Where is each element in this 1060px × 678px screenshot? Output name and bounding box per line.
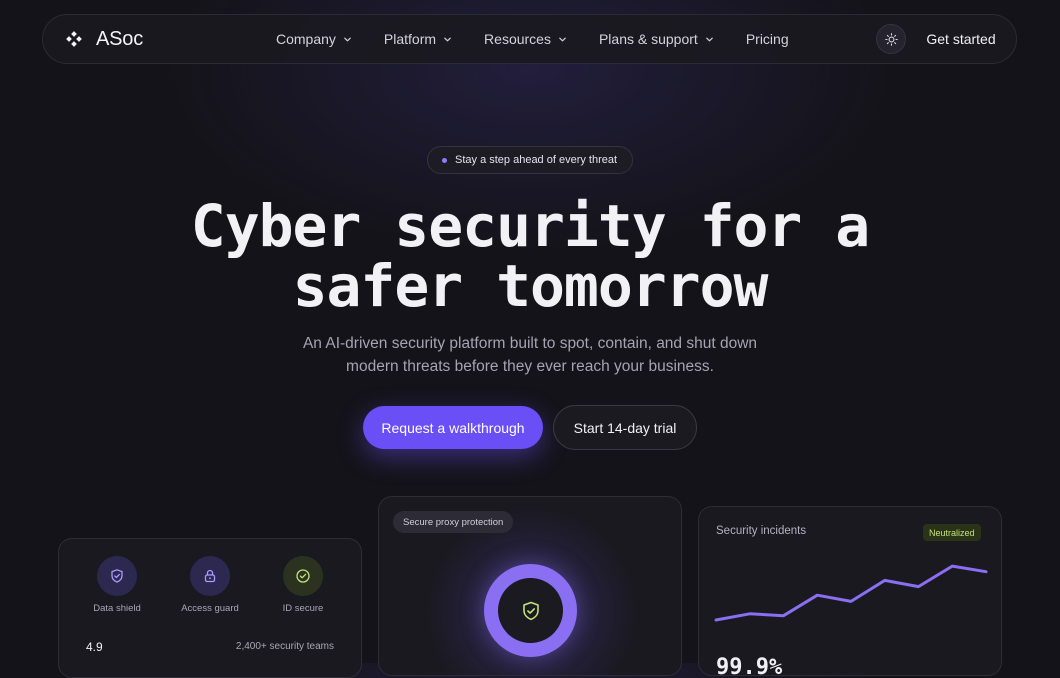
chevron-down-icon (344, 37, 351, 41)
nav-item-resources[interactable]: Resources (484, 31, 567, 47)
nav-item-plans-support[interactable]: Plans & support (599, 31, 714, 47)
rating-value: 4.9 (86, 640, 103, 654)
top-navigation-bar: ASoc Company Platform Resources Plans & … (42, 14, 1017, 64)
feature-data-shield: Data shield (72, 556, 162, 614)
shield-icon (111, 569, 123, 583)
feature-label: Access guard (181, 603, 239, 614)
feature-label: Data shield (93, 603, 141, 614)
nav-item-label: Plans & support (598, 31, 698, 47)
brand-name: ASoc (96, 27, 144, 50)
nav-item-company[interactable]: Company (276, 31, 352, 47)
hero-badge: Stay a step ahead of every threat (427, 146, 633, 174)
lock-icon (204, 569, 216, 583)
nav-item-label: Pricing (745, 31, 789, 47)
feature-id-secure: ID secure (258, 556, 348, 614)
hero-headline: Cyber security for a safer tomorrow (150, 196, 910, 316)
chevron-down-icon (444, 37, 451, 41)
request-walkthrough-button[interactable]: Request a walkthrough (363, 406, 543, 449)
theme-toggle-button[interactable] (876, 24, 906, 54)
hero-badge-text: Stay a step ahead of every threat (455, 154, 618, 166)
feature-access-guard: Access guard (165, 556, 255, 614)
incidents-trend-line (714, 564, 988, 622)
start-trial-button[interactable]: Start 14-day trial (553, 405, 697, 450)
nav-item-label: Resources (484, 31, 551, 47)
get-started-button[interactable]: Get started (914, 15, 1008, 63)
feature-icon-badge (97, 556, 137, 596)
nav-item-label: Company (276, 31, 336, 47)
main-menu: Company Platform Resources Plans & suppo… (276, 15, 789, 63)
brand-logo[interactable]: ASoc (66, 15, 144, 63)
protection-ring-core (498, 578, 563, 643)
badge-dot-icon (442, 157, 447, 163)
proxy-protection-card: Secure proxy protection (378, 496, 682, 676)
proxy-protection-label: Secure proxy protection (393, 511, 514, 533)
check-circle-icon (296, 569, 310, 583)
hero-headline-line-2: safer tomorrow (292, 252, 769, 320)
chevron-down-icon (559, 37, 566, 41)
security-incidents-card: Security incidents Neutralized 99.9% (698, 506, 1002, 676)
chevron-down-icon (705, 37, 713, 41)
nav-item-label: Platform (383, 31, 437, 47)
trend-line-path (714, 564, 988, 622)
nav-item-pricing[interactable]: Pricing (746, 31, 789, 47)
feature-label: ID secure (282, 603, 324, 614)
hero-headline-line-1: Cyber security for a (190, 192, 870, 260)
hero-subtext: An AI-driven security platform built to … (302, 335, 758, 375)
features-card: Data shield Access guard ID secure 4.9 2… (58, 538, 362, 678)
shield-check-icon (522, 601, 539, 620)
feature-icon-badge (190, 556, 230, 596)
feature-icon-badge (283, 556, 323, 596)
protection-ring (484, 564, 577, 657)
teams-count: 2,400+ security teams (235, 641, 334, 652)
four-diamond-logo-icon (66, 31, 82, 47)
nav-item-platform[interactable]: Platform (384, 31, 452, 47)
incidents-stat: 99.9% (716, 655, 783, 676)
sun-icon (884, 32, 898, 46)
